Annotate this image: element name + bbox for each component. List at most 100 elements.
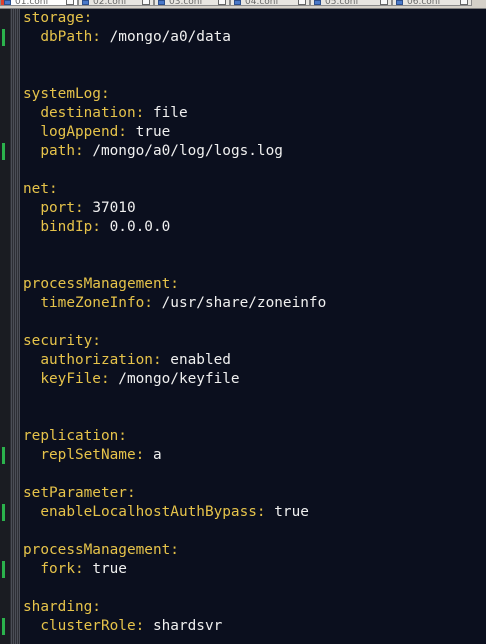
yaml-key: timeZoneInfo: [40,295,153,311]
code-line: enableLocalhostAuthBypass: true [23,503,486,522]
yaml-key: replication: [23,428,127,444]
yaml-value: true [83,561,127,577]
yaml-key: processManagement: [23,542,179,558]
change-marker [2,29,5,46]
tab-label: 05.conf [325,0,359,6]
close-icon[interactable] [218,0,226,5]
yaml-key: processManagement: [23,276,179,292]
close-icon[interactable] [298,0,306,5]
code-line: security: [23,332,486,351]
code-line: replSetName: a [23,446,486,465]
code-line: clusterRole: shardsvr [23,617,486,636]
yaml-key: logAppend: [40,124,127,140]
tab-label: 03.conf [169,0,203,6]
yaml-value: true [265,504,309,520]
yaml-key: security: [23,333,101,349]
code-line: setParameter: [23,484,486,503]
tab-label: 04.conf [245,0,279,6]
tab-file[interactable]: 04.conf [230,0,310,6]
file-icon [314,0,321,5]
file-icon [4,0,11,5]
file-icon [234,0,241,5]
file-icon [82,0,89,5]
file-icon [396,0,403,5]
code-line: processManagement: [23,541,486,560]
close-icon[interactable] [380,0,388,5]
yaml-key: keyFile: [40,371,110,387]
yaml-value: /mongo/keyfile [109,371,240,387]
yaml-value: true [126,124,171,140]
yaml-key: destination: [40,105,145,121]
tab-label: 01.conf [15,0,49,6]
yaml-value: 37010 [83,200,136,216]
tab-file[interactable]: 06.conf [392,0,472,6]
yaml-value: a [144,447,162,463]
code-line: dbPath: /mongo/a0/data [23,28,486,47]
tab-file[interactable]: 02.conf [78,0,154,6]
code-line: replication: [23,427,486,446]
yaml-value: 0.0.0.0 [100,219,171,235]
code-line: storage: [23,9,486,28]
yaml-key: dbPath: [40,29,101,45]
yaml-value: /mongo/a0/log/logs.log [83,143,283,159]
editor-gutter [0,9,20,644]
tab-label: 06.conf [407,0,441,6]
code-line: systemLog: [23,85,486,104]
code-line: timeZoneInfo: /usr/share/zoneinfo [23,294,486,313]
close-icon[interactable] [66,0,74,5]
code-line: logAppend: true [23,123,486,142]
code-line: keyFile: /mongo/keyfile [23,370,486,389]
yaml-key: enableLocalhostAuthBypass: [40,504,266,520]
yaml-value: enabled [161,352,231,368]
editor-window: 01.conf 02.conf 03.conf 04.conf 05.conf 06.co… [0,0,486,644]
yaml-key: port: [40,200,84,216]
yaml-key: replSetName: [40,447,145,463]
yaml-value: shardsvr [144,618,223,634]
close-icon[interactable] [460,0,468,5]
gutter-fold-margin [10,9,20,644]
code-line: net: [23,180,486,199]
yaml-key: authorization: [40,352,162,368]
code-line: destination: file [23,104,486,123]
change-marker [2,143,5,160]
tab-file[interactable]: 05.conf [310,0,392,6]
yaml-key: net: [23,181,58,197]
code-editor[interactable]: storage: dbPath: /mongo/a0/data systemLog… [23,9,486,636]
change-marker [2,561,5,578]
change-marker [2,447,5,464]
tab-file[interactable]: 03.conf [154,0,230,6]
yaml-key: sharding: [23,599,101,615]
yaml-key: bindIp: [40,219,101,235]
tab-file[interactable]: 01.conf [0,0,78,6]
yaml-key: path: [40,143,84,159]
change-marker [2,618,5,635]
code-line: bindIp: 0.0.0.0 [23,218,486,237]
close-icon[interactable] [142,0,150,5]
code-line: sharding: [23,598,486,617]
code-line: processManagement: [23,275,486,294]
change-marker [2,504,5,521]
